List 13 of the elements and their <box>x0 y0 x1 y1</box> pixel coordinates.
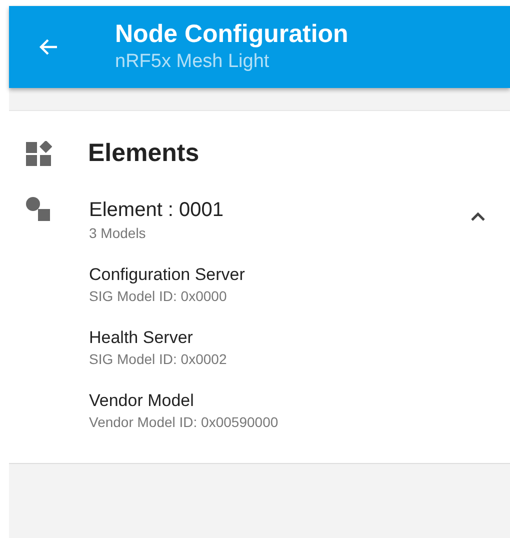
model-name[interactable]: Vendor Model <box>89 390 510 412</box>
model-count: 3 Models <box>89 224 147 242</box>
model-name[interactable]: Configuration Server <box>89 264 510 286</box>
shapes-icon <box>26 140 52 167</box>
model-id: SIG Model ID: 0x0002 <box>89 350 228 368</box>
element-title: Element : 0001 <box>89 198 224 222</box>
screen-title: Node Configuration <box>115 19 348 49</box>
model-id: SIG Model ID: 0x0000 <box>89 286 228 306</box>
model-name[interactable]: Health Server <box>89 326 510 348</box>
model-id: Vendor Model ID: 0x00590000 <box>89 412 280 432</box>
circle-square-icon <box>26 196 52 222</box>
section-title: Elements <box>88 138 200 169</box>
screen-subtitle: nRF5x Mesh Light <box>115 50 270 74</box>
